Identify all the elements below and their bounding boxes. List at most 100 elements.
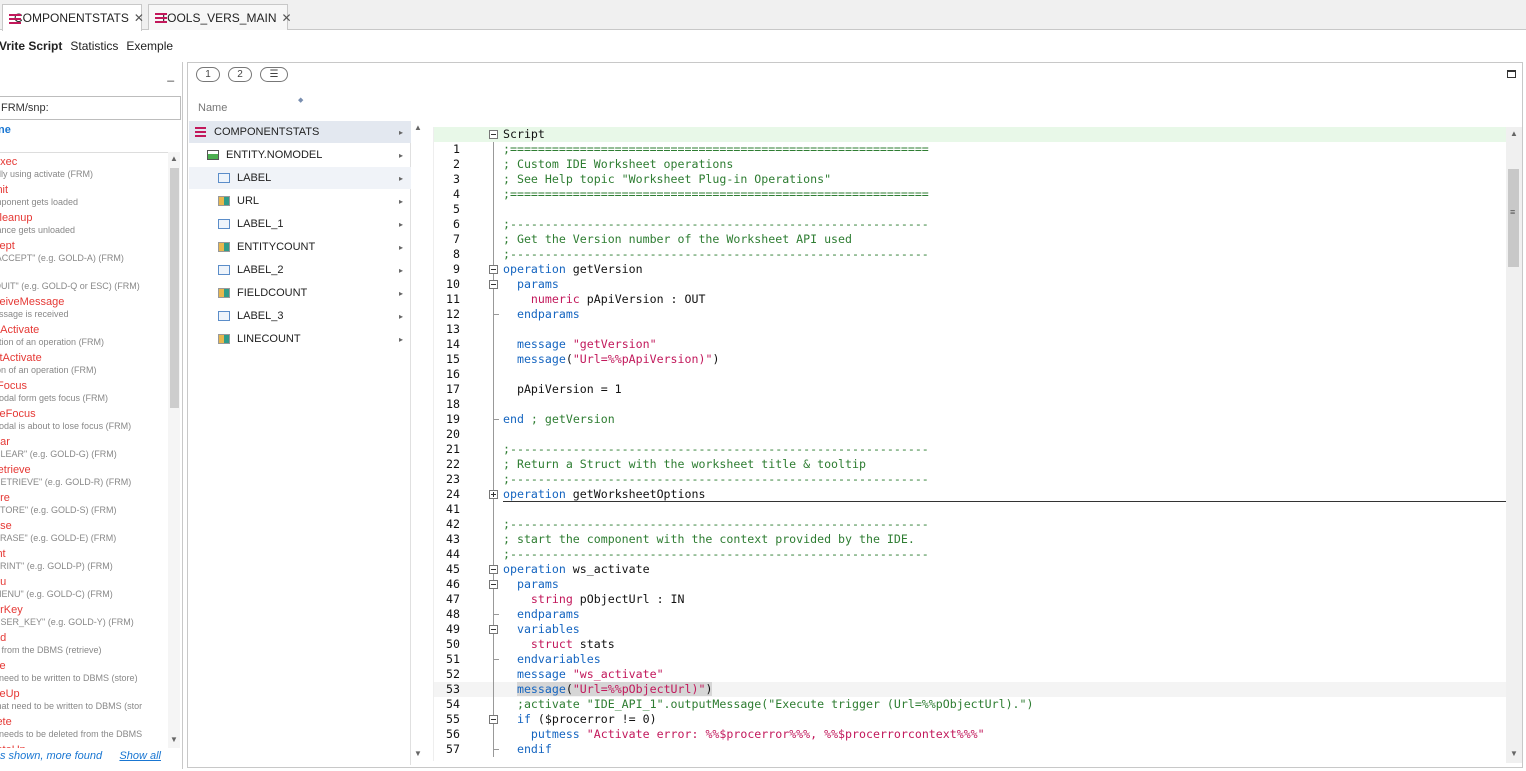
code-line[interactable]: 22 ; Return a Struct with the worksheet t… [434, 457, 1508, 472]
show-all-link[interactable]: Show all [119, 750, 161, 762]
trigger-item[interactable]: retrieveRETRIEVE" (e.g. GOLD-R) (FRM) [0, 461, 168, 489]
chevron-right-icon[interactable]: ▸ [399, 289, 403, 298]
code-line[interactable]: 20 [434, 427, 1508, 442]
chevron-right-icon[interactable]: ▸ [399, 266, 403, 275]
tree-item[interactable]: LINECOUNT ▸ [189, 328, 411, 350]
trigger-item[interactable]: itet need to be written to DBMS (store) [0, 657, 168, 685]
view-1-button[interactable]: 1 [196, 67, 220, 82]
subtab-write-script[interactable]: Vrite Script [0, 35, 66, 57]
code-line[interactable]: 6 ;--------------------------------------… [434, 217, 1508, 232]
trigger-item[interactable]: erKeyUSER_KEY" (e.g. GOLD-Y) (FRM) [0, 601, 168, 629]
chevron-right-icon[interactable]: ▸ [399, 335, 403, 344]
code-line[interactable]: 15 message("Url=%%pApiVersion)") [434, 352, 1508, 367]
code-line[interactable]: 2 ; Custom IDE Worksheet operations [434, 157, 1508, 172]
code-line[interactable]: 7 ; Get the Version number of the Workshe… [434, 232, 1508, 247]
code-line[interactable]: 53 message("Url=%%pObjectUrl)") [434, 682, 1508, 697]
code-line[interactable]: 21 ;-------------------------------------… [434, 442, 1508, 457]
code-line[interactable]: 24 operation getWorksheetOptions [434, 487, 1508, 502]
tree-item[interactable]: COMPONENTSTATS ▸ [189, 121, 411, 143]
collapse-icon[interactable] [489, 715, 498, 724]
code-line[interactable]: 52 message "ws_activate" [434, 667, 1508, 682]
code-line[interactable]: 57 endif [434, 742, 1508, 757]
code-editor[interactable]: Script 1 ;================================… [433, 127, 1508, 761]
code-line[interactable]: 14 message "getVersion" [434, 337, 1508, 352]
collapse-icon[interactable] [489, 280, 498, 289]
tab-tools-vers-main[interactable]: TOOLS_VERS_MAIN ✕ [148, 4, 292, 30]
trigger-item[interactable]: earCLEAR" (e.g. GOLD-G) (FRM) [0, 433, 168, 461]
collapse-icon[interactable] [489, 265, 498, 274]
script-root-line[interactable]: Script [434, 127, 1508, 142]
trigger-item[interactable]: tFocusnodal form gets focus (FRM) [0, 377, 168, 405]
code-line[interactable]: 5 [434, 202, 1508, 217]
tree-item[interactable]: ENTITYCOUNT ▸ [189, 236, 411, 258]
maximize-icon[interactable] [1507, 70, 1516, 78]
code-line[interactable]: 55 if ($procerror != 0) [434, 712, 1508, 727]
expand-icon[interactable] [489, 490, 498, 499]
code-line[interactable]: 13 [434, 322, 1508, 337]
chevron-right-icon[interactable]: ▸ [399, 243, 403, 252]
trigger-item[interactable]: intPRINT" (e.g. GOLD-P) (FRM) [0, 545, 168, 573]
scroll-down-icon[interactable]: ▼ [1510, 749, 1518, 758]
subtab-exemple[interactable]: Exemple [122, 35, 177, 57]
code-line[interactable]: 54 ;activate "IDE_API_1".outputMessage("… [434, 697, 1508, 712]
scroll-up-icon[interactable]: ▲ [170, 154, 178, 163]
trigger-item[interactable]: stActivateion of an operation (FRM) [0, 349, 168, 377]
name-column-header[interactable]: ne [0, 124, 11, 136]
code-line[interactable]: 46 params [434, 577, 1508, 592]
minimize-button[interactable]: _ [167, 68, 174, 82]
code-line[interactable]: 48 endparams [434, 607, 1508, 622]
chevron-right-icon[interactable]: ▸ [399, 312, 403, 321]
trigger-item[interactable]: iteUpthat need to be written to DBMS (st… [0, 685, 168, 713]
trigger-item[interactable]: cept'ACCEPT" (e.g. GOLD-A) (FRM) [0, 237, 168, 265]
code-line[interactable]: 19 end ; getVersion [434, 412, 1508, 427]
code-line[interactable]: 44 ;-------------------------------------… [434, 547, 1508, 562]
code-line[interactable]: 11 numeric pApiVersion : OUT [434, 292, 1508, 307]
code-line[interactable]: 18 [434, 397, 1508, 412]
code-line[interactable]: 1 ;======================================… [434, 142, 1508, 157]
trigger-item[interactable]: cleanuptance gets unloaded [0, 209, 168, 237]
code-line[interactable]: 51 endvariables [434, 652, 1508, 667]
code-line[interactable]: 45 operation ws_activate [434, 562, 1508, 577]
trigger-item[interactable]: seFocusnodal is about to lose focus (FRM… [0, 405, 168, 433]
tab-componentstats[interactable]: COMPONENTSTATS ✕ [2, 4, 144, 31]
collapse-icon[interactable] [489, 580, 498, 589]
code-line[interactable]: 49 variables [434, 622, 1508, 637]
code-line[interactable]: 10 params [434, 277, 1508, 292]
trigger-item[interactable]: aseERASE" (e.g. GOLD-E) (FRM) [0, 517, 168, 545]
tree-item[interactable]: LABEL_1 ▸ [189, 213, 411, 235]
scrollbar-thumb[interactable] [1508, 169, 1519, 267]
trigger-item[interactable]: initmponent gets loaded [0, 181, 168, 209]
trigger-item[interactable]: add from the DBMS (retrieve) [0, 629, 168, 657]
tree-item[interactable]: LABEL_2 ▸ [189, 259, 411, 281]
scrollbar-thumb[interactable] [170, 168, 179, 408]
chevron-right-icon[interactable]: ▸ [399, 174, 403, 183]
code-line[interactable]: 4 ;======================================… [434, 187, 1508, 202]
trigger-item[interactable]: ceiveMessage essage is received [0, 293, 168, 321]
collapse-icon[interactable] [489, 565, 498, 574]
tree-item[interactable]: LABEL ▸ [189, 167, 411, 189]
filter-input[interactable] [0, 96, 181, 120]
code-line[interactable]: 16 [434, 367, 1508, 382]
trigger-item[interactable]: letet needs to be deleted from the DBMS [0, 713, 168, 741]
subtab-statistics[interactable]: Statistics [66, 35, 122, 57]
trigger-item[interactable]: execally using activate (FRM) [0, 153, 168, 181]
scroll-up-icon[interactable]: ▲ [1510, 129, 1518, 138]
tree-name-header[interactable]: Name [198, 102, 227, 114]
code-line[interactable]: 43 ; start the component with the context… [434, 532, 1508, 547]
trigger-item[interactable]: oreSTORE" (e.g. GOLD-S) (FRM) [0, 489, 168, 517]
close-icon[interactable]: ✕ [281, 11, 291, 25]
code-line[interactable]: 17 pApiVersion = 1 [434, 382, 1508, 397]
chevron-right-icon[interactable]: ▸ [399, 151, 403, 160]
trigger-item[interactable]: eActivateation of an operation (FRM) [0, 321, 168, 349]
code-line[interactable]: 9 operation getVersion [434, 262, 1508, 277]
code-line[interactable]: 41 [434, 502, 1508, 517]
collapse-icon[interactable] [489, 130, 498, 139]
tree-item[interactable]: FIELDCOUNT ▸ [189, 282, 411, 304]
chevron-right-icon[interactable]: ▸ [399, 128, 403, 137]
close-icon[interactable]: ✕ [134, 11, 144, 25]
collapse-icon[interactable] [489, 625, 498, 634]
trigger-item[interactable]: itQUIT" (e.g. GOLD-Q or ESC) (FRM) [0, 265, 168, 293]
view-2-button[interactable]: 2 [228, 67, 252, 82]
code-line[interactable]: 12 endparams [434, 307, 1508, 322]
tree-item[interactable]: ENTITY.NOMODEL ▸ [189, 144, 411, 166]
